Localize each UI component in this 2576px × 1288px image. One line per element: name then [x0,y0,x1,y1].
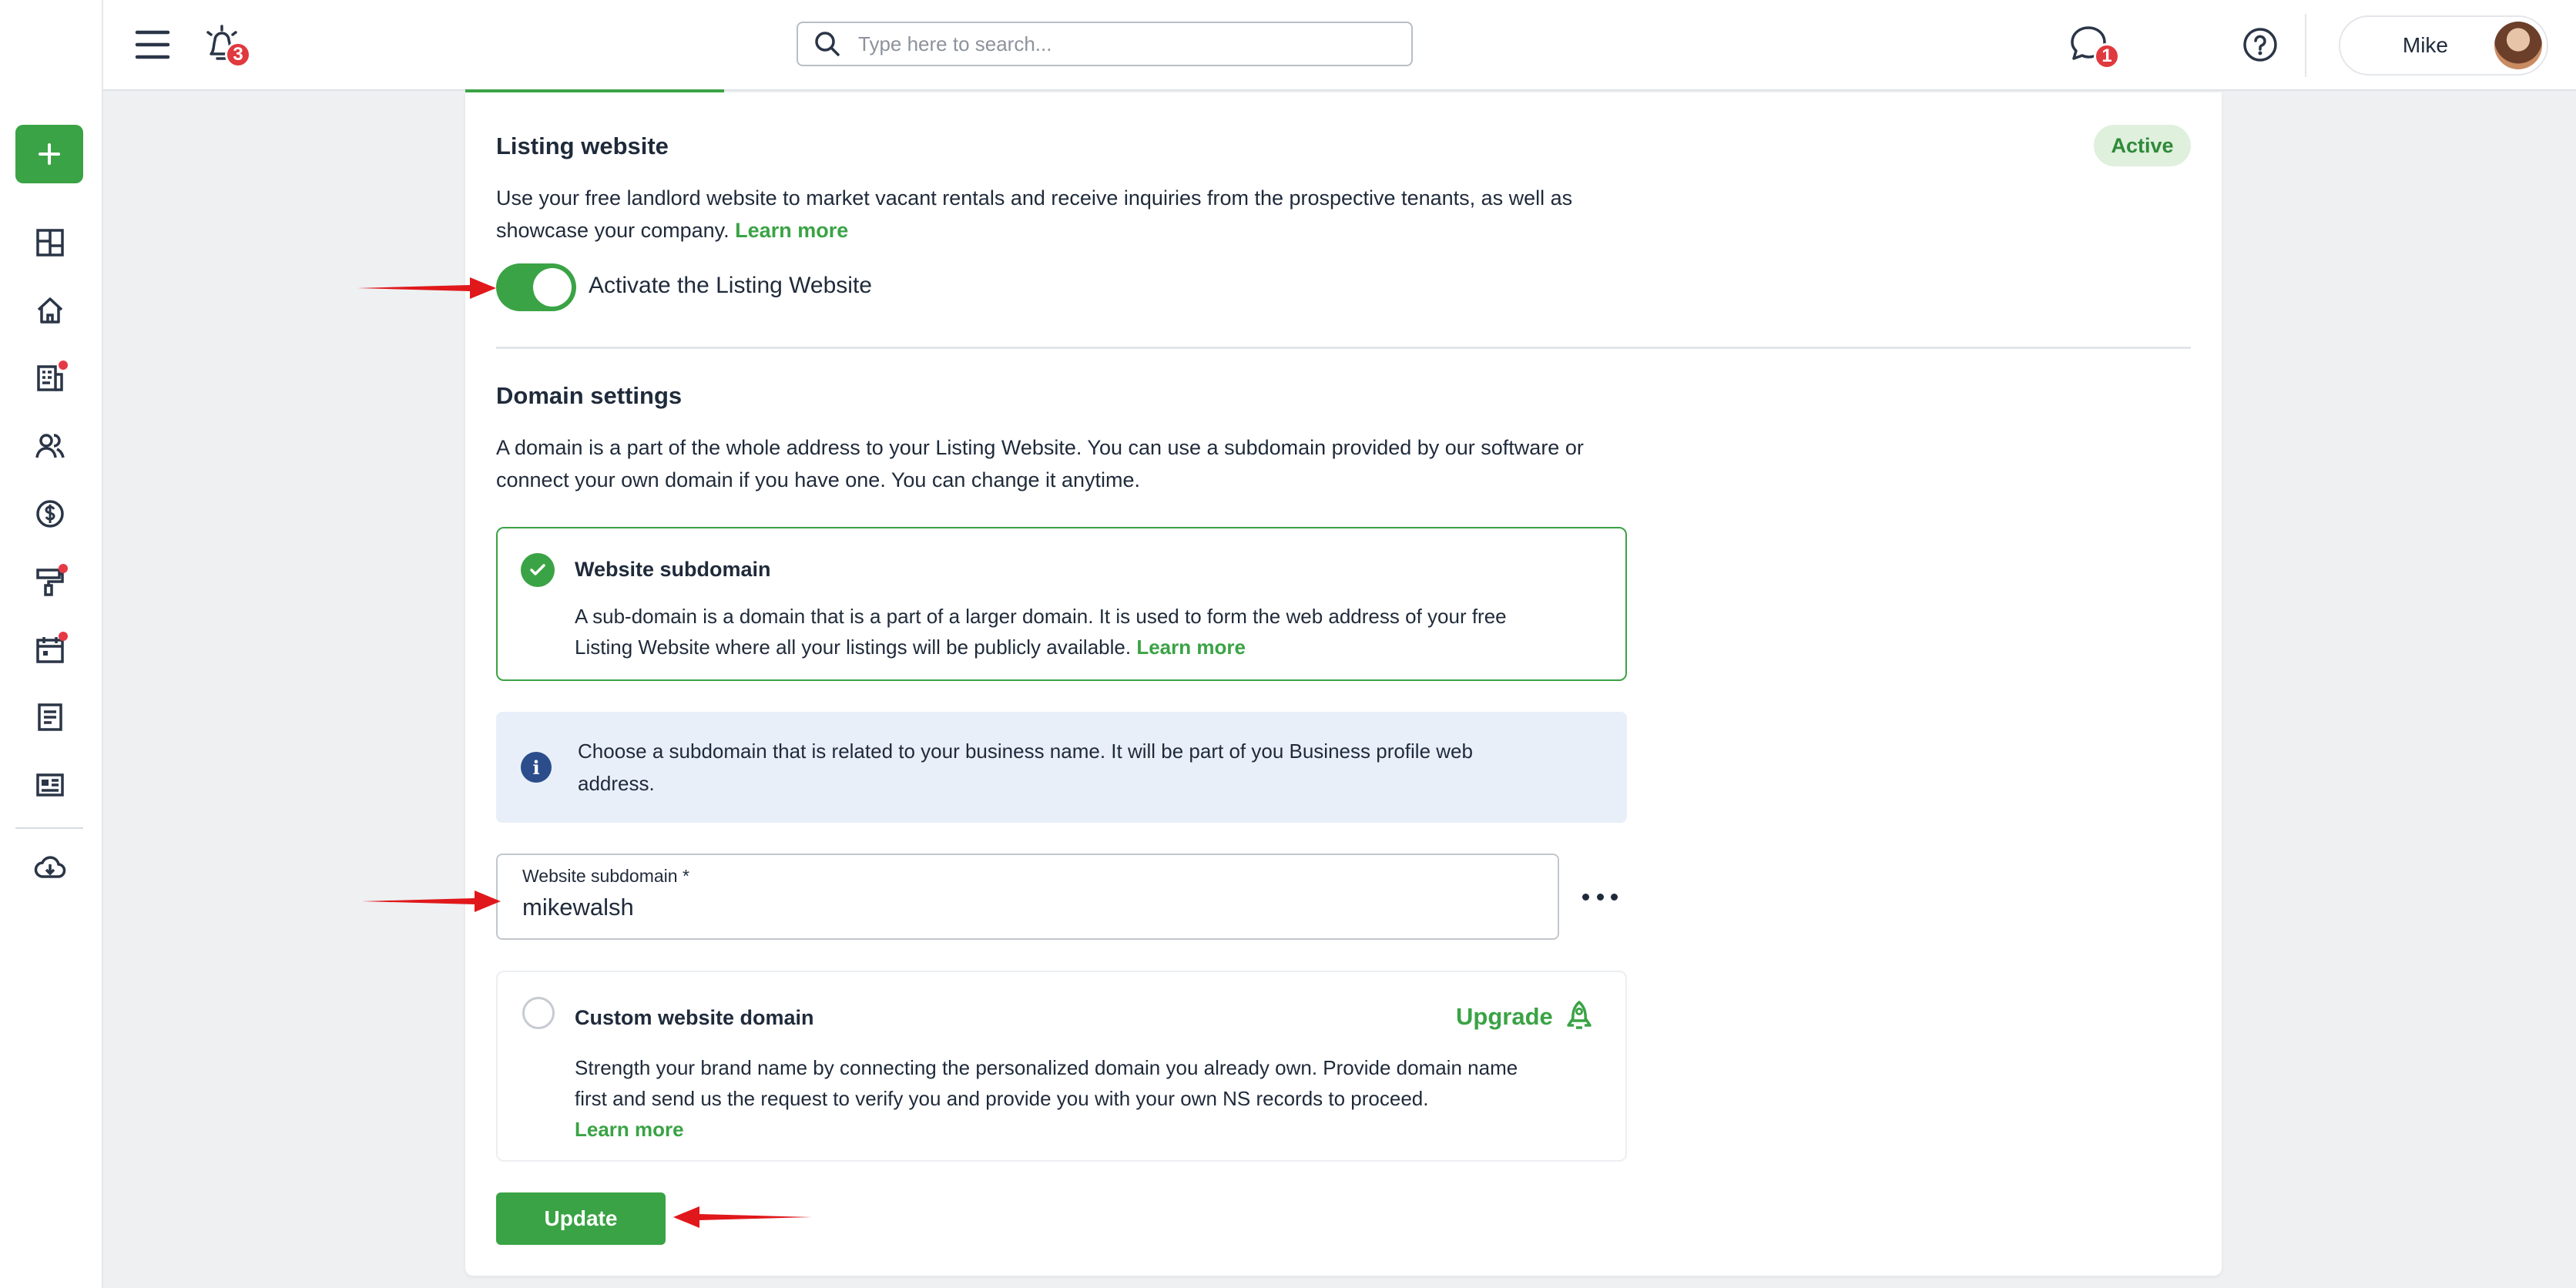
alerts-button[interactable]: 3 [202,23,251,69]
left-sidebar [0,0,103,1288]
notification-dot [59,361,68,370]
info-line1: Choose a subdomain that is related to yo… [578,740,1473,763]
sidebar-item-download[interactable] [31,849,69,887]
upgrade-link[interactable]: Upgrade [1456,1000,1595,1034]
domain-description-line2: connect your own domain if you have one.… [496,468,1141,491]
subdomain-option-line2-wrap: Listing Website where all your listings … [575,632,1246,662]
messages-button[interactable]: 1 [2068,23,2120,69]
selected-check-icon [521,553,555,587]
activate-listing-toggle[interactable] [496,263,576,311]
add-new-button[interactable] [15,125,83,183]
plus-icon [39,143,60,165]
toggle-label: Activate the Listing Website [589,273,872,298]
sidebar-item-listings[interactable] [31,766,69,804]
rocket-icon [1567,1001,1592,1029]
more-options-button[interactable] [1582,883,1618,911]
custom-domain-title: Custom website domain [575,1006,814,1029]
notification-dot [59,564,68,573]
user-name: Mike [2402,33,2448,57]
info-banner [496,712,1627,823]
subdomain-learn-more-link[interactable]: Learn more [1136,636,1246,659]
toggle-knob [533,268,572,307]
website-subdomain-input[interactable] [522,894,1524,921]
update-button[interactable]: Update [496,1192,666,1245]
upgrade-label: Upgrade [1456,1003,1553,1030]
home-icon [37,297,63,324]
sidebar-item-properties[interactable] [31,291,69,330]
annotation-arrow [357,277,496,299]
subdomain-option-line1: A sub-domain is a domain that is a part … [575,605,1507,628]
info-line2: address. [578,772,655,795]
more-dot [1582,893,1589,901]
people-icon [35,434,65,458]
dashboard-icon [36,229,64,257]
listing-website-title: Listing website [496,132,669,159]
custom-domain-line2: first and send us the request to verify … [575,1087,1429,1110]
help-button[interactable] [2242,26,2280,65]
info-icon: i [521,752,552,783]
user-menu[interactable]: Mike [2339,15,2548,75]
domain-description-line1: A domain is a part of the whole address … [496,436,1584,459]
listing-description: Use your free landlord website to market… [496,182,1636,247]
help-circle-icon [2243,28,2277,62]
more-dot [1611,893,1618,901]
section-divider [496,347,2191,349]
sidebar-item-people[interactable] [31,427,69,465]
search-bar[interactable] [797,22,1413,66]
sidebar-divider [15,827,83,829]
sidebar-item-dashboard[interactable] [31,223,69,262]
messages-count-badge: 1 [2094,43,2120,69]
sidebar-item-calendar[interactable] [31,630,69,669]
custom-domain-learn-more-link[interactable]: Learn more [575,1114,684,1145]
menu-button[interactable] [134,28,171,62]
cloud-download-icon [34,856,66,878]
hamburger-icon [135,30,170,59]
sidebar-item-accounting[interactable] [31,495,69,533]
topbar-divider [2305,14,2306,77]
sidebar-item-reports[interactable] [31,698,69,736]
listing-description-text: Use your free landlord website to market… [496,186,1573,242]
search-icon [815,32,840,56]
subdomain-option-line2: Listing Website where all your listings … [575,636,1132,659]
alerts-count-badge: 3 [225,42,251,68]
sidebar-item-leases[interactable] [31,359,69,397]
notification-dot [59,632,68,641]
custom-domain-radio[interactable] [522,997,555,1029]
document-icon [38,703,62,731]
annotation-arrow [362,891,501,912]
custom-domain-line1: Strength your brand name by connecting t… [575,1056,1518,1079]
website-subdomain-field[interactable]: Website subdomain * [496,854,1559,940]
website-subdomain-label: Website subdomain * [522,866,689,886]
learn-more-link[interactable]: Learn more [735,219,848,242]
avatar [2494,22,2542,69]
search-input[interactable] [858,32,1397,56]
dollar-circle-icon [36,500,64,528]
status-badge: Active [2094,125,2191,166]
annotation-arrow [673,1206,812,1228]
domain-settings-title: Domain settings [496,382,683,409]
listing-card-icon [36,773,64,797]
sidebar-item-maintenance[interactable] [31,562,69,601]
active-tab-indicator [465,89,724,92]
subdomain-option-title: Website subdomain [575,558,771,581]
more-dot [1596,893,1604,901]
